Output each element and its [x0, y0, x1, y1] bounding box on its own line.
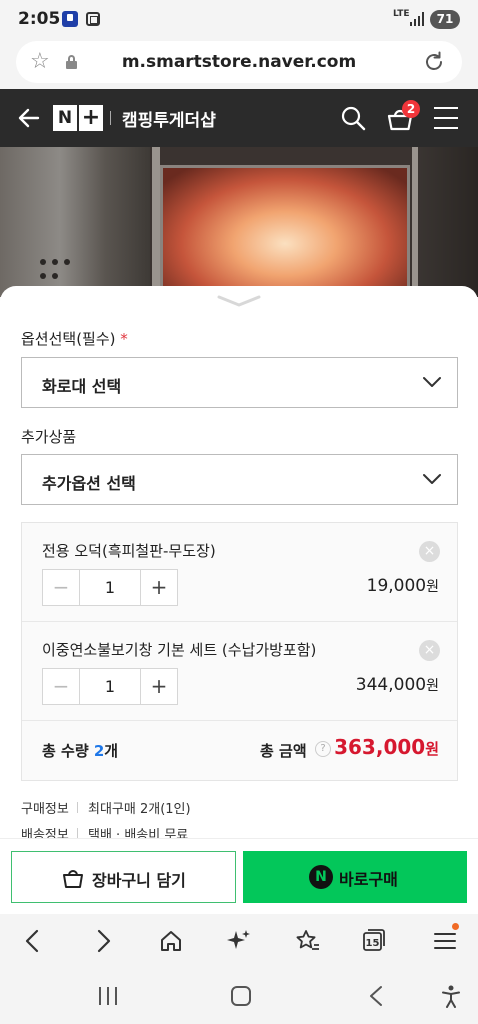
status-time: 2:05 [18, 9, 61, 29]
help-icon[interactable]: ? [315, 741, 331, 757]
buy-now-button[interactable]: N 바로구매 [243, 851, 467, 903]
browser-forward-icon[interactable] [90, 928, 116, 954]
decrease-qty-button[interactable]: − [43, 669, 80, 704]
reload-icon[interactable] [422, 50, 446, 74]
battery-level: 71 [430, 10, 460, 29]
logo-plus: + [79, 105, 103, 131]
total-quantity-label: 총 수량 [42, 742, 89, 760]
item-price-value: 19,000 [366, 576, 427, 596]
decrease-qty-button[interactable]: − [43, 570, 80, 605]
chevron-down-icon [423, 377, 441, 387]
increase-qty-button[interactable]: + [140, 669, 177, 704]
item-price-unit: 원 [426, 678, 439, 694]
accessibility-icon[interactable] [440, 984, 462, 1008]
shopping-bag-icon [63, 870, 83, 888]
required-option-select[interactable]: 화로대 선택 [21, 357, 458, 408]
item-price-value: 344,000 [355, 675, 427, 695]
selected-item-name: 전용 오덕(흑피철판-무도장) [42, 542, 216, 560]
status-bar: 2:05 LTE 71 [0, 0, 478, 38]
quantity-value[interactable]: 1 [80, 570, 140, 605]
order-total: 총 수량 2개 총 금액 ? 363,000원 [22, 721, 457, 780]
tabs-icon[interactable]: 15 [363, 929, 385, 951]
hamburger-menu-icon[interactable] [434, 107, 458, 129]
selected-item: 이중연소불보기창 기본 세트 (수납가방포함) × − 1 + 344,000원 [22, 622, 457, 721]
browser-toolbar: 15 [0, 914, 478, 970]
network-type-label: LTE [393, 9, 410, 19]
address-bar[interactable]: ☆ m.smartstore.naver.com [16, 41, 462, 83]
browser-menu-icon[interactable] [432, 928, 458, 954]
add-to-cart-label: 장바구니 담기 [92, 871, 186, 890]
increase-qty-button[interactable]: + [140, 570, 177, 605]
total-amount: 363,000원 [334, 735, 439, 759]
header-divider [110, 111, 111, 125]
store-header: N + 캠핑투게더샵 2 [0, 89, 478, 147]
system-back-icon[interactable] [368, 985, 384, 1007]
sheet-collapse-chevron-icon[interactable] [216, 294, 262, 308]
addon-option-select[interactable]: 추가옵션 선택 [21, 454, 458, 505]
bookmarks-star-icon[interactable] [294, 928, 320, 954]
selected-items-box: 전용 오덕(흑피철판-무도장) × − 1 + 19,000원 이중연소불보기창… [21, 522, 458, 781]
remove-item-icon[interactable]: × [419, 640, 440, 661]
item-price: 344,000원 [356, 675, 439, 695]
purchase-info-value: 최대구매 2개(1인) [88, 802, 191, 817]
cart-count-badge: 2 [402, 100, 420, 118]
selected-item-name: 이중연소불보기창 기본 세트 (수납가방포함) [42, 641, 317, 659]
total-quantity: 총 수량 2개 [42, 740, 118, 761]
url-text[interactable]: m.smartstore.naver.com [16, 52, 462, 72]
tab-count: 15 [366, 938, 380, 949]
product-image [0, 147, 478, 297]
item-price: 19,000원 [367, 576, 439, 596]
quantity-stepper: − 1 + [42, 569, 178, 606]
total-quantity-value: 2 [93, 742, 105, 760]
screenshot-notification-icon [86, 12, 100, 26]
addon-option-value: 추가옵션 선택 [42, 474, 136, 493]
buy-now-label: 바로구매 [339, 870, 398, 889]
purchase-info-row: 구매정보 최대구매 2개(1인) [21, 798, 191, 817]
required-mark: * [120, 330, 128, 348]
recent-apps-icon[interactable] [99, 987, 119, 1005]
total-amount-label: 총 금액 [260, 742, 307, 760]
item-price-unit: 원 [426, 579, 439, 595]
browser-back-icon[interactable] [20, 928, 46, 954]
search-icon[interactable] [340, 105, 366, 131]
logo-n: N [53, 105, 77, 131]
selected-item: 전용 오덕(흑피철판-무도장) × − 1 + 19,000원 [22, 523, 457, 622]
add-to-cart-button[interactable]: 장바구니 담기 [11, 851, 236, 903]
quantity-value[interactable]: 1 [80, 669, 140, 704]
option-bottom-sheet: 옵션선택(필수) * 화로대 선택 추가상품 추가옵션 선택 전용 오덕(흑피철… [0, 286, 478, 850]
naver-plus-logo[interactable]: N + [53, 105, 103, 131]
purchase-action-bar: 장바구니 담기 N 바로구매 [0, 838, 478, 914]
home-icon[interactable] [231, 986, 251, 1006]
system-navigation-bar [0, 970, 478, 1024]
back-arrow-icon[interactable] [14, 103, 44, 133]
notification-dot [452, 923, 459, 930]
chevron-down-icon [423, 474, 441, 484]
total-amount-value: 363,000 [334, 735, 426, 759]
ai-sparkle-icon[interactable] [226, 928, 252, 954]
browser-home-icon[interactable] [158, 928, 184, 954]
total-amount-unit: 원 [425, 740, 439, 758]
required-option-label: 옵션선택(필수) * [21, 328, 128, 349]
quantity-stepper: − 1 + [42, 668, 178, 705]
app-notification-icon [62, 11, 78, 27]
total-quantity-unit: 개 [104, 742, 119, 760]
required-option-text: 옵션선택(필수) [21, 330, 116, 348]
naver-pay-icon: N [309, 865, 333, 889]
required-option-value: 화로대 선택 [42, 377, 122, 396]
remove-item-icon[interactable]: × [419, 541, 440, 562]
signal-icon [410, 12, 424, 26]
addon-label: 추가상품 [21, 428, 77, 446]
store-name[interactable]: 캠핑투게더샵 [122, 106, 216, 131]
purchase-info-key: 구매정보 [21, 802, 69, 817]
